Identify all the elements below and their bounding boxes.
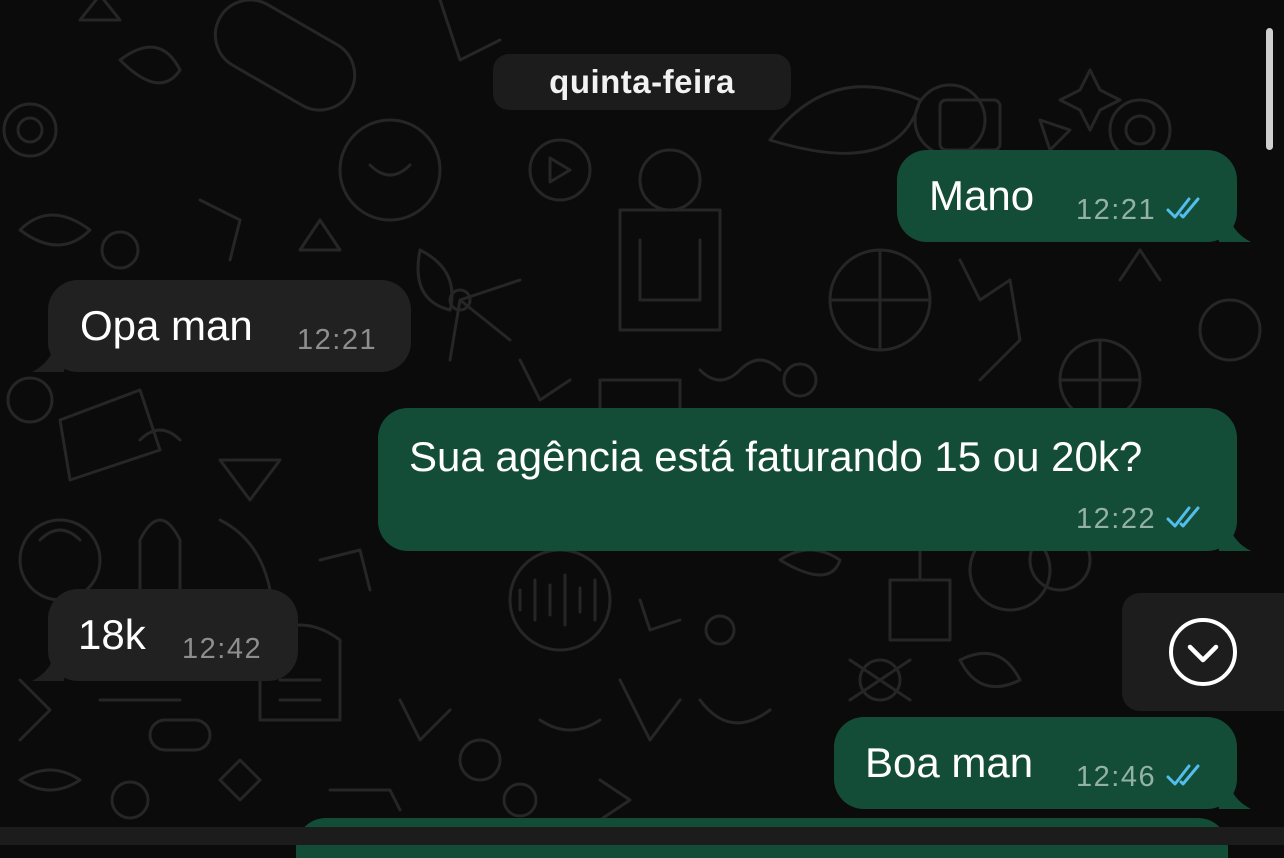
message-bubble-outgoing[interactable]: Sua agência está faturando 15 ou 20k? 12… [378, 408, 1251, 551]
bubble-tail [1215, 777, 1251, 809]
message-text: Opa man [80, 302, 253, 349]
scrollbar[interactable] [1266, 28, 1273, 150]
message-timestamp: 12:46 [1076, 761, 1157, 793]
message-timestamp: 12:22 [1076, 503, 1157, 535]
message-timestamp: 12:42 [182, 633, 263, 665]
chevron-down-circle-icon [1169, 618, 1237, 686]
message-timestamp: 12:21 [1076, 194, 1157, 226]
date-separator: quinta-feira [493, 54, 791, 110]
bubble-tail [1215, 519, 1251, 551]
scroll-to-bottom-button[interactable] [1122, 593, 1284, 711]
double-check-icon [1166, 506, 1200, 528]
bubble-tail [32, 649, 68, 681]
message-text: 18k [78, 611, 146, 658]
message-bubble-incoming[interactable]: Opa man 12:21 [32, 280, 411, 372]
message-text: Mano [929, 172, 1035, 219]
bubble-tail [1215, 210, 1251, 242]
message-bubble-outgoing[interactable]: Mano 12:21 [897, 150, 1251, 242]
message-text: Boa man [865, 739, 1034, 786]
message-text: Sua agência está faturando 15 ou 20k? [409, 433, 1143, 480]
message-timestamp: 12:21 [297, 324, 378, 356]
double-check-icon [1166, 764, 1200, 786]
composer-bar-edge [0, 827, 1284, 845]
bubble-tail [32, 340, 68, 372]
double-check-icon [1166, 197, 1200, 219]
message-bubble-incoming[interactable]: 18k 12:42 [32, 589, 298, 681]
message-bubble-outgoing[interactable]: Boa man 12:46 [834, 717, 1251, 809]
